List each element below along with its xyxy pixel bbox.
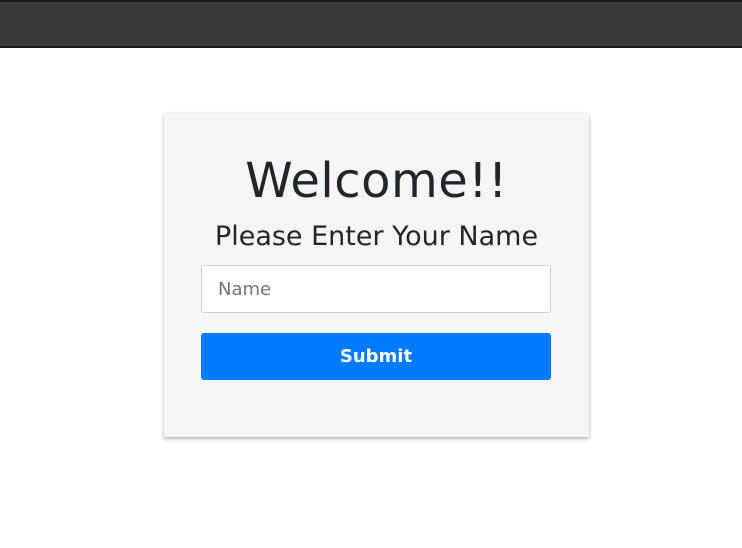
welcome-title: Welcome!! [245, 153, 508, 209]
submit-button[interactable]: Submit [201, 333, 551, 380]
top-bar [0, 0, 742, 48]
welcome-card: Welcome!! Please Enter Your Name Submit [164, 113, 589, 437]
name-input[interactable] [201, 265, 551, 313]
name-prompt: Please Enter Your Name [214, 221, 539, 252]
